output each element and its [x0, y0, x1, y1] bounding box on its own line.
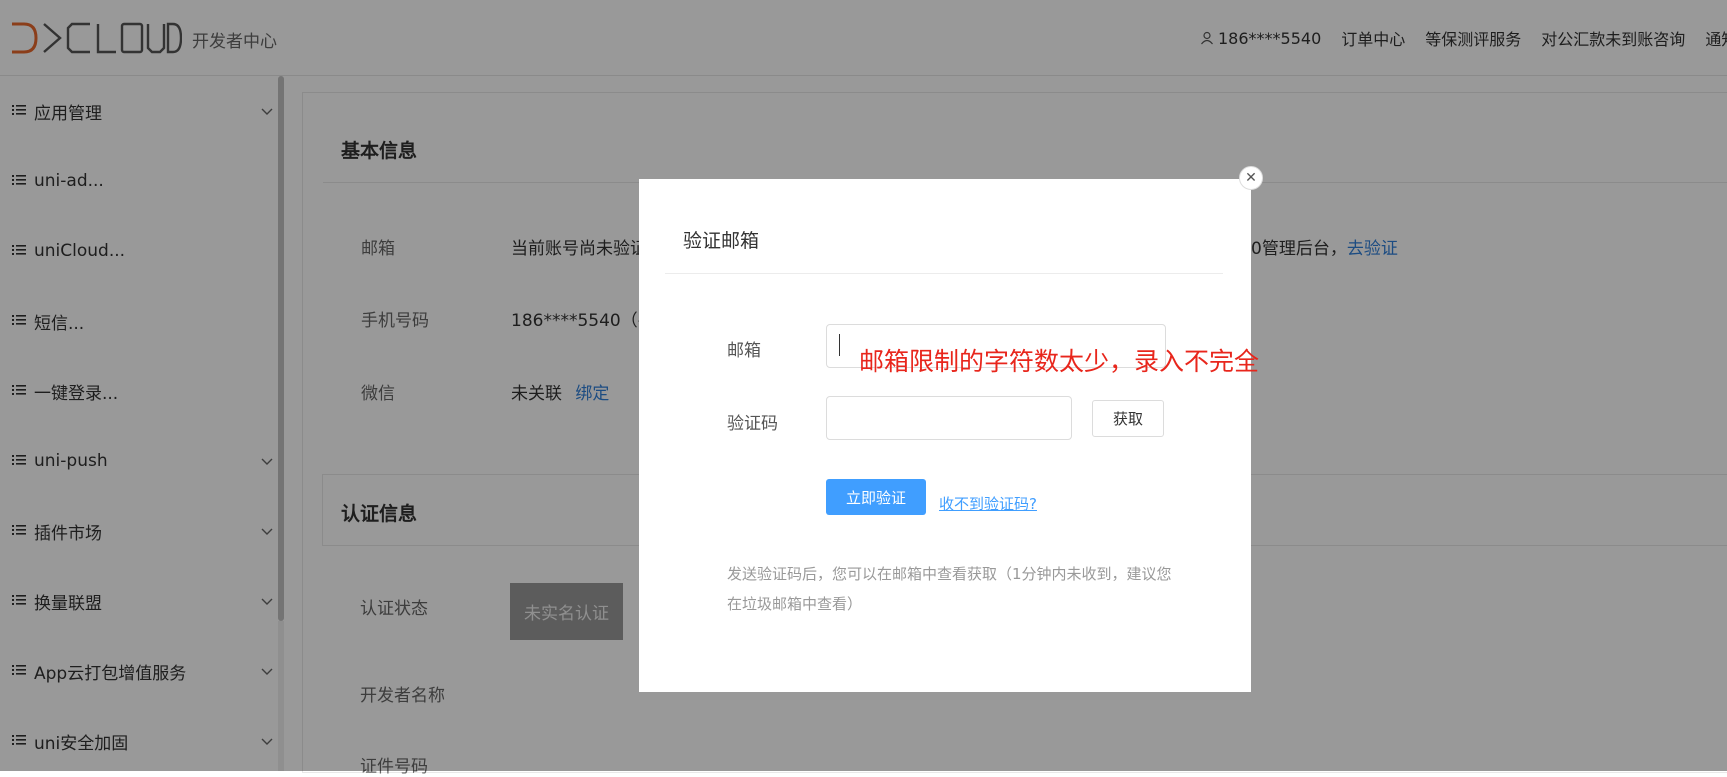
dialog-divider	[665, 273, 1223, 274]
get-code-button[interactable]: 获取	[1092, 400, 1164, 437]
dialog-email-label: 邮箱	[727, 341, 761, 361]
dialog-code-label: 验证码	[727, 414, 778, 434]
annotation-note: 邮箱限制的字符数太少，录入不完全	[859, 347, 1260, 376]
no-code-help-link[interactable]: 收不到验证码?	[939, 493, 1037, 514]
verification-code-input[interactable]	[826, 396, 1072, 440]
text-caret	[839, 334, 840, 356]
verify-email-dialog: 验证邮箱 邮箱 邮箱限制的字符数太少，录入不完全 验证码 获取 立即验证 收不到…	[639, 179, 1259, 692]
close-icon[interactable]: ✕	[1239, 166, 1263, 190]
dialog-title: 验证邮箱	[683, 230, 760, 252]
verify-now-button[interactable]: 立即验证	[826, 479, 926, 515]
dialog-note: 发送验证码后，您可以在邮箱中查看获取（1分钟内未收到，建议您在垃圾邮箱中查看）	[727, 565, 1172, 613]
